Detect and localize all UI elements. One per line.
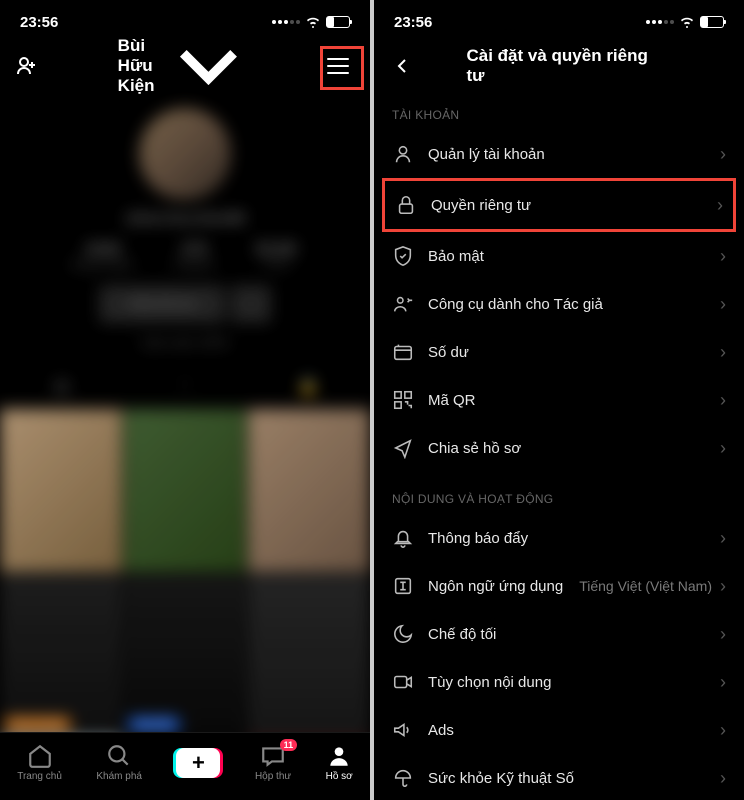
- chevron-right-icon: ›: [720, 768, 726, 789]
- lock-icon: [395, 194, 417, 216]
- video-thumbnail[interactable]: [124, 409, 246, 572]
- nav-discover[interactable]: Khám phá: [96, 743, 142, 782]
- qr-icon: [392, 389, 414, 411]
- setting-push-notifications[interactable]: Thông báo đẩy ›: [374, 514, 744, 562]
- chevron-right-icon: ›: [720, 624, 726, 645]
- status-icons: [272, 16, 350, 28]
- settings-screen: 23:56 Cài đặt và quyền riêng tư TÀI KHOẢ…: [374, 0, 744, 800]
- inbox-badge: 11: [280, 739, 298, 751]
- setting-manage-account[interactable]: Quản lý tài khoản ›: [374, 130, 744, 178]
- setting-creator-tools[interactable]: Công cụ dành cho Tác giả ›: [374, 280, 744, 328]
- edit-profile-button[interactable]: Sửa hồ sơ: [99, 285, 225, 323]
- status-time: 23:56: [394, 14, 432, 31]
- status-icons: [646, 16, 724, 28]
- setting-qr-code[interactable]: Mã QR ›: [374, 376, 744, 424]
- back-button[interactable]: [390, 54, 414, 78]
- language-value: Tiếng Việt (Việt Nam): [579, 578, 712, 594]
- settings-title: Cài đặt và quyền riêng tư: [467, 46, 652, 86]
- profile-header: Bùi Hữu Kiện: [0, 44, 370, 88]
- moon-icon: [392, 623, 414, 645]
- highlight-menu-overlay: [320, 46, 364, 90]
- video-thumbnail[interactable]: [248, 574, 370, 737]
- video-thumbnail[interactable]: phao 2022: [124, 574, 246, 737]
- video-thumbnail[interactable]: phao nho 2022: [0, 574, 122, 737]
- chevron-right-icon: ›: [720, 672, 726, 693]
- chevron-right-icon: ›: [720, 390, 726, 411]
- wifi-icon: [679, 16, 695, 28]
- status-bar: 23:56: [374, 0, 744, 44]
- chevron-right-icon: ›: [720, 246, 726, 267]
- chevron-right-icon: ›: [720, 294, 726, 315]
- setting-dark-mode[interactable]: Chế độ tối ›: [374, 610, 744, 658]
- nav-inbox[interactable]: Hộp thư 11: [255, 743, 291, 782]
- section-account-label: TÀI KHOẢN: [374, 88, 744, 130]
- setting-content-preferences[interactable]: Tùy chọn nội dung ›: [374, 658, 744, 706]
- profile-name-dropdown[interactable]: Bùi Hữu Kiện: [118, 36, 241, 96]
- tab-videos[interactable]: ▦: [0, 366, 123, 406]
- tab-saved[interactable]: 🔒: [247, 366, 370, 406]
- home-icon: [27, 743, 53, 769]
- bottom-nav: Trang chủ Khám phá Hộp thư 11 Hồ sơ: [0, 732, 370, 800]
- chevron-right-icon: ›: [720, 438, 726, 459]
- setting-app-language[interactable]: Ngôn ngữ ứng dụng Tiếng Việt (Việt Nam) …: [374, 562, 744, 610]
- chevron-right-icon: ›: [720, 342, 726, 363]
- setting-security[interactable]: Bảo mật ›: [374, 232, 744, 280]
- username: @bui.huu.kien88: [0, 210, 370, 227]
- chevron-right-icon: ›: [720, 144, 726, 165]
- setting-ads[interactable]: Ads ›: [374, 706, 744, 754]
- section-content-label: NỘI DUNG VÀ HOẠT ĐỘNG: [374, 472, 744, 514]
- ads-icon: [392, 719, 414, 741]
- stats-row: 4240Đang Follow 476Follower 35.8KThích: [0, 241, 370, 271]
- shield-icon: [392, 245, 414, 267]
- profile-screen: 23:56 Bùi Hữu Kiện @bui.huu.kien88 4240Đ…: [0, 0, 370, 800]
- nav-profile[interactable]: Hồ sơ: [326, 743, 353, 782]
- person-icon: [392, 143, 414, 165]
- bell-icon: [392, 527, 414, 549]
- video-thumbnail[interactable]: [0, 409, 122, 572]
- wallet-icon: [392, 341, 414, 363]
- setting-digital-wellbeing[interactable]: Sức khỏe Kỹ thuật Số ›: [374, 754, 744, 800]
- battery-icon: [700, 16, 724, 28]
- nav-create[interactable]: [176, 748, 220, 778]
- highlight-privacy-overlay: Quyền riêng tư ›: [382, 178, 736, 232]
- nav-home[interactable]: Trang chủ: [17, 743, 62, 782]
- setting-balance[interactable]: Số dư ›: [374, 328, 744, 376]
- video-thumbnail[interactable]: [248, 409, 370, 572]
- chevron-right-icon: ›: [720, 528, 726, 549]
- setting-share-profile[interactable]: Chia sẻ hồ sơ ›: [374, 424, 744, 472]
- video-icon: [392, 671, 414, 693]
- umbrella-icon: [392, 767, 414, 789]
- share-icon: [392, 437, 414, 459]
- profile-body-blurred: @bui.huu.kien88 4240Đang Follow 476Follo…: [0, 88, 370, 800]
- add-user-icon[interactable]: [14, 54, 38, 78]
- language-icon: [392, 575, 414, 597]
- settings-header: Cài đặt và quyền riêng tư: [374, 44, 744, 88]
- bookmark-button[interactable]: [231, 285, 271, 323]
- setting-privacy[interactable]: Quyền riêng tư ›: [385, 181, 733, 229]
- battery-icon: [326, 16, 350, 28]
- chevron-right-icon: ›: [720, 720, 726, 741]
- search-icon: [106, 743, 132, 769]
- chevron-right-icon: ›: [720, 576, 726, 597]
- tab-liked[interactable]: ♡: [123, 366, 246, 406]
- chevron-right-icon: ›: [717, 195, 723, 216]
- create-icon: [176, 748, 220, 778]
- status-time: 23:56: [20, 14, 58, 31]
- wifi-icon: [305, 16, 321, 28]
- profile-icon: [326, 743, 352, 769]
- avatar[interactable]: [139, 108, 231, 200]
- creator-icon: [392, 293, 414, 315]
- chevron-down-icon: [177, 47, 240, 85]
